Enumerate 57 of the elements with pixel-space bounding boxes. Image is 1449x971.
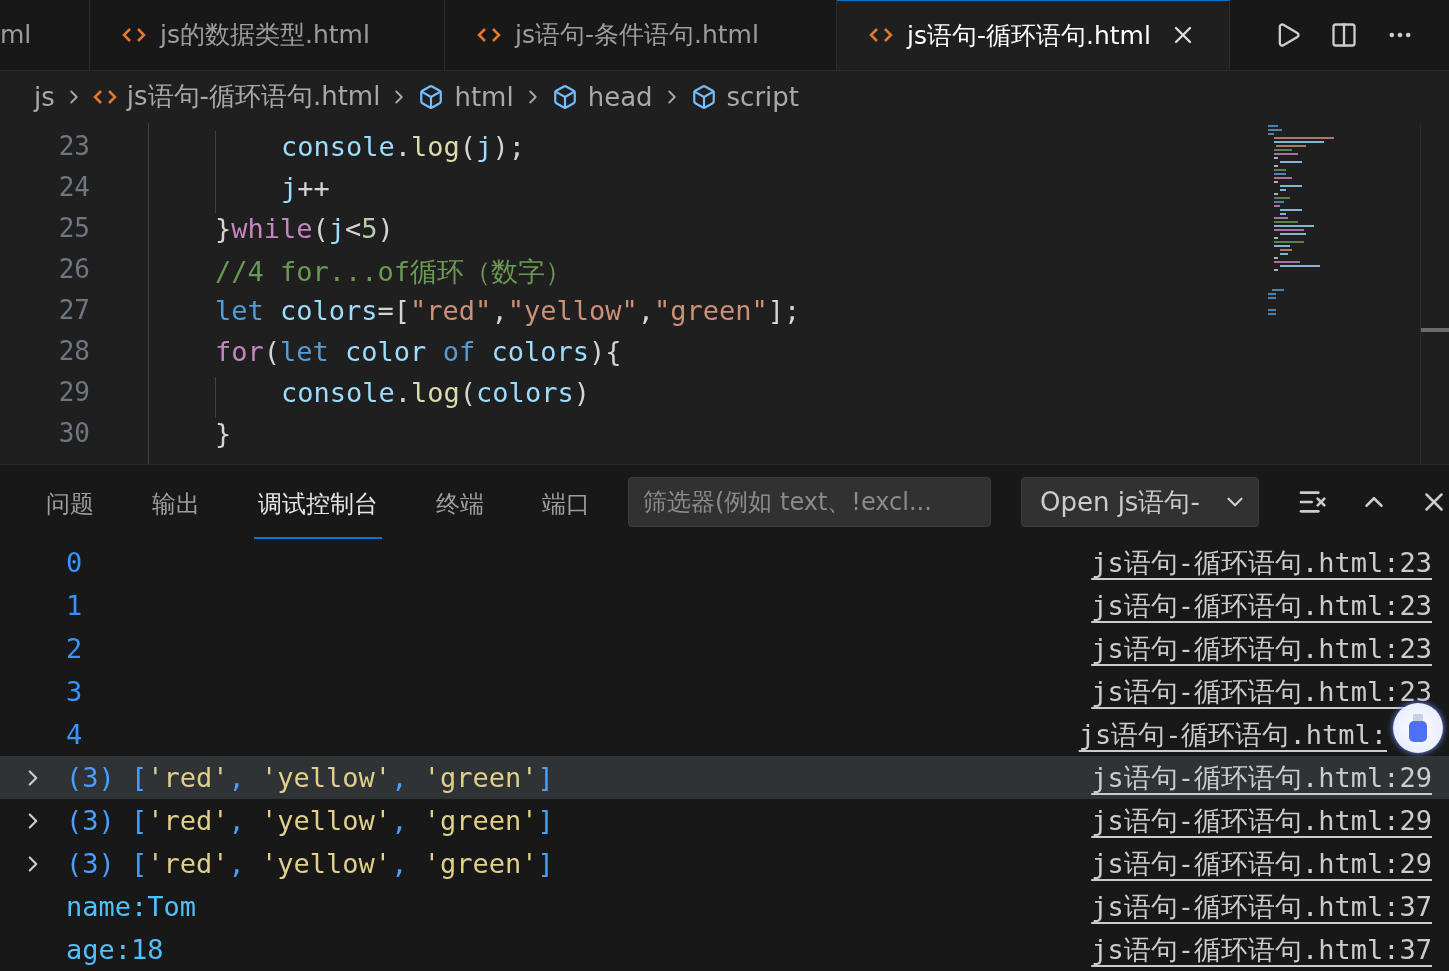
breadcrumb-item[interactable]: head bbox=[551, 81, 653, 112]
source-link[interactable]: js语句-循环语句.html:37 bbox=[1091, 931, 1432, 968]
cube-icon bbox=[551, 83, 578, 110]
code-icon bbox=[92, 87, 117, 106]
line-number: 25 bbox=[57, 212, 91, 245]
source-link[interactable]: js语句-循环语句.html:23 bbox=[1091, 587, 1432, 624]
console-output: 3 bbox=[66, 676, 83, 707]
code-line: console.log(colors) bbox=[281, 376, 590, 410]
console-output: 1 bbox=[66, 590, 83, 621]
cube-icon bbox=[418, 83, 445, 110]
editor-tab[interactable]: js语句-循环语句.html bbox=[837, 0, 1230, 70]
code-line: }while(j<5) bbox=[215, 212, 394, 246]
console-output: 2 bbox=[66, 633, 83, 664]
cube-icon bbox=[690, 83, 717, 110]
line-number: 28 bbox=[57, 335, 91, 368]
code-icon bbox=[477, 25, 501, 44]
breadcrumb-item[interactable]: js语句-循环语句.html bbox=[92, 79, 381, 115]
breadcrumb-item[interactable]: html bbox=[418, 81, 514, 112]
console-output[interactable]: (3) ['red', 'yellow', 'green'] bbox=[66, 762, 554, 793]
panel-tab[interactable]: 终端 bbox=[432, 465, 488, 539]
console-output: age:18 bbox=[66, 934, 164, 965]
line-number: 30 bbox=[57, 417, 91, 450]
source-link[interactable]: js语句-循环语句.html:37 bbox=[1091, 888, 1432, 925]
line-number: 27 bbox=[57, 294, 91, 327]
line-number: 24 bbox=[57, 171, 91, 204]
code-icon bbox=[122, 25, 146, 44]
console-output: name:Tom bbox=[66, 891, 197, 922]
console-output[interactable]: (3) ['red', 'yellow', 'green'] bbox=[66, 805, 554, 836]
source-link[interactable]: js语句-循环语句.html:29 bbox=[1091, 802, 1432, 839]
source-link[interactable]: js语句-循环语句.html:23 bbox=[1091, 544, 1432, 581]
code-line: for(let color of colors){ bbox=[215, 335, 622, 369]
console-output: 4 bbox=[66, 719, 83, 750]
code-line: j++ bbox=[281, 171, 330, 205]
session-dropdown[interactable]: Open js语句- bbox=[1020, 477, 1259, 528]
code-line: //4 for...of循环（数字） bbox=[215, 254, 573, 289]
source-link[interactable]: js语句-循环语句.html: bbox=[1078, 716, 1387, 753]
code-line: console.log(j); bbox=[281, 130, 525, 164]
source-link[interactable]: js语句-循环语句.html:29 bbox=[1091, 759, 1432, 796]
breadcrumb-item[interactable]: script bbox=[690, 81, 800, 112]
console-output[interactable]: (3) ['red', 'yellow', 'green'] bbox=[66, 848, 554, 879]
filter-field[interactable]: 筛选器(例如 text、!excl... bbox=[628, 477, 991, 528]
line-number: 26 bbox=[57, 253, 91, 286]
code-line: } bbox=[215, 417, 232, 451]
source-link[interactable]: js语句-循环语句.html:29 bbox=[1091, 845, 1432, 882]
panel-tab[interactable]: 输出 bbox=[148, 465, 204, 539]
editor-tab[interactable]: ml bbox=[0, 0, 90, 70]
line-number: 29 bbox=[57, 376, 91, 409]
panel-tab[interactable]: 端口 bbox=[538, 465, 594, 539]
breadcrumb-item[interactable]: js bbox=[34, 81, 55, 112]
source-link[interactable]: js语句-循环语句.html:23 bbox=[1091, 673, 1432, 710]
code-line: let colors=["red","yellow","green"]; bbox=[215, 294, 801, 328]
split-editor-icon[interactable] bbox=[1330, 20, 1358, 49]
console-output: 0 bbox=[66, 547, 83, 578]
panel-tab[interactable]: 问题 bbox=[42, 465, 98, 539]
scrollbar-thumb[interactable] bbox=[1421, 327, 1449, 332]
line-number: 23 bbox=[57, 130, 91, 163]
source-link[interactable]: js语句-循环语句.html:23 bbox=[1091, 630, 1432, 667]
